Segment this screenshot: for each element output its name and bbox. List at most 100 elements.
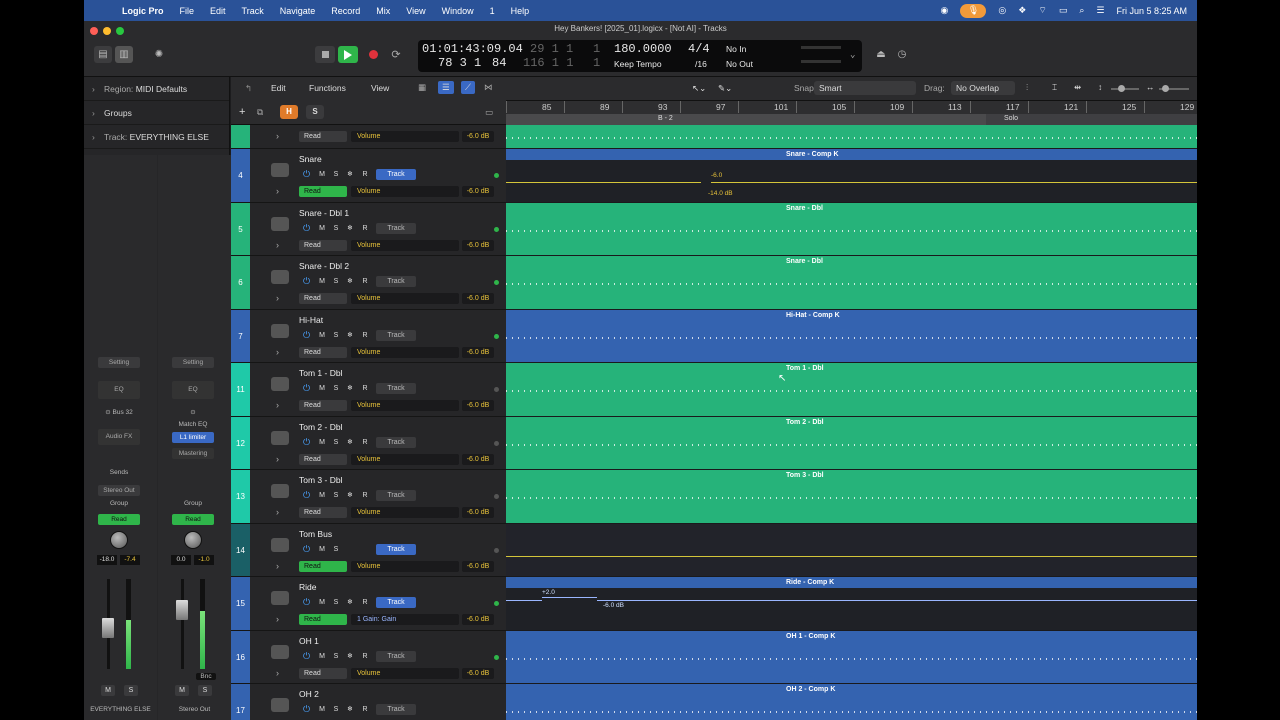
waveform-zoom-icon[interactable]: ⫶ (1026, 82, 1028, 93)
track-name[interactable]: Tom 3 - Dbl (299, 475, 342, 485)
track-number[interactable]: 5 (231, 203, 250, 255)
power-icon[interactable]: ⏻ (301, 437, 312, 448)
automation-mode-select[interactable]: Read (299, 131, 347, 142)
track-header[interactable]: 14 Tom Bus ⏻ M S Track › Read Volume -6.0 dB (231, 524, 506, 577)
automation-mode-select[interactable]: Read (299, 293, 347, 304)
vertical-zoom-knob[interactable] (1118, 85, 1125, 92)
freeze-icon[interactable]: ❄ (345, 223, 355, 234)
chevron-right-icon[interactable]: › (276, 614, 279, 625)
freeze-icon[interactable]: ❄ (345, 651, 355, 662)
track-name[interactable]: Tom 2 - Dbl (299, 422, 342, 432)
track-automation-button[interactable]: Track (376, 276, 416, 287)
fit-horizontal-icon[interactable]: ⇹ (1074, 82, 1081, 93)
solo-button[interactable]: S (331, 330, 341, 341)
search-icon[interactable]: ⌕ (1079, 5, 1084, 16)
track-name[interactable]: OH 1 (299, 636, 319, 646)
dropbox-icon[interactable]: ❖ (1018, 5, 1026, 16)
horizontal-zoom-knob[interactable] (1162, 85, 1169, 92)
mute-button[interactable]: M (317, 544, 327, 555)
mute-button[interactable]: M (317, 223, 327, 234)
track-automation-button[interactable]: Track (376, 330, 416, 341)
track-number[interactable]: 4 (231, 149, 250, 202)
track-name[interactable]: Tom 1 - Dbl (299, 368, 342, 378)
record-enable-button[interactable]: R (360, 383, 370, 394)
automation-mode-select[interactable]: Read (299, 561, 347, 572)
power-icon[interactable]: ⏻ (301, 383, 312, 394)
solo-button[interactable]: S (124, 685, 138, 696)
automation-value[interactable]: -6.0 dB (462, 507, 494, 518)
audio-region[interactable]: Tom 3 - Dbl (506, 470, 1197, 523)
chevron-right-icon[interactable]: › (276, 293, 279, 304)
track-automation-button[interactable]: Track (376, 544, 416, 555)
freeze-icon[interactable]: ❄ (345, 383, 355, 394)
chevron-right-icon[interactable]: › (276, 561, 279, 572)
track-header[interactable]: 6 Snare - Dbl 2 ⏻ M S ❄ R Track › Read Volume -6.0 … (231, 256, 506, 310)
flex-icon[interactable]: ⋈ (484, 82, 493, 93)
link-icon[interactable]: ⊙ (170, 408, 216, 416)
chevron-down-icon[interactable]: ⌄ (850, 50, 855, 60)
freeze-icon[interactable]: ❄ (345, 490, 355, 501)
automation-read-button[interactable]: Read (172, 514, 214, 525)
track-automation-button[interactable]: Track (376, 490, 416, 501)
inspector-icon[interactable]: ▥ (115, 46, 133, 63)
automation-parameter-select[interactable]: Volume (351, 240, 459, 251)
microphone-icon[interactable]: 🎙 (960, 3, 987, 18)
power-icon[interactable]: ⏻ (301, 223, 312, 234)
pencil-tool-icon[interactable]: ✎⌄ (718, 83, 732, 94)
record-enable-button[interactable]: R (360, 169, 370, 180)
automation-lane[interactable] (506, 160, 1197, 202)
creative-cloud-icon[interactable]: ◎ (998, 5, 1006, 16)
track-name[interactable]: Snare - Dbl 2 (299, 261, 349, 271)
gain-value[interactable]: -7.4 (120, 555, 140, 565)
chevron-right-icon[interactable]: › (276, 240, 279, 251)
automation-parameter-select[interactable]: Volume (351, 454, 459, 465)
mute-button[interactable]: M (175, 685, 189, 696)
wifi-icon[interactable]: ⌔ (1038, 5, 1046, 16)
power-icon[interactable]: ⏻ (301, 490, 312, 501)
menu-one[interactable]: 1 (482, 6, 503, 16)
edit-menu[interactable]: Edit (271, 83, 286, 93)
pan-knob[interactable] (184, 531, 202, 549)
menu-navigate[interactable]: Navigate (272, 6, 324, 16)
inspector-groups[interactable]: › Groups (84, 101, 229, 125)
volume-fader[interactable] (176, 600, 188, 620)
track-automation-button[interactable]: Track (376, 223, 416, 234)
list-view-icon[interactable]: ☰ (438, 81, 454, 94)
power-icon[interactable]: ⏻ (301, 276, 312, 287)
setting-button[interactable]: Setting (172, 357, 214, 368)
record-enable-button[interactable]: R (360, 490, 370, 501)
bounce-button[interactable]: Bnc (196, 673, 216, 680)
control-center-icon[interactable]: ☰ (1096, 5, 1104, 16)
power-icon[interactable]: ⏻ (301, 330, 312, 341)
mute-button[interactable]: M (317, 704, 327, 715)
automation-parameter-select[interactable]: Volume (351, 186, 459, 197)
track-header[interactable]: 7 Hi-Hat ⏻ M S ❄ R Track › Read Volume -6.0 dB (231, 310, 506, 363)
automation-parameter-select[interactable]: Volume (351, 668, 459, 679)
solo-button[interactable]: S (331, 704, 341, 715)
solo-button[interactable]: S (331, 223, 341, 234)
solo-button[interactable]: S (331, 437, 341, 448)
track-number[interactable]: 12 (231, 417, 250, 469)
mute-button[interactable]: M (317, 330, 327, 341)
cycle-button[interactable]: ⟳ (386, 46, 406, 63)
track-header[interactable]: 11 Tom 1 - Dbl ⏻ M S ❄ R Track › Read Volume -6.0 d… (231, 363, 506, 417)
track-automation-button[interactable]: Track (376, 651, 416, 662)
grid-view-icon[interactable]: ▦ (418, 82, 426, 93)
automation-parameter-select[interactable]: Volume (351, 561, 459, 572)
audio-fx-slot[interactable]: Audio FX (98, 429, 140, 445)
power-icon[interactable]: ⏻ (301, 169, 312, 180)
mute-button[interactable]: M (317, 597, 327, 608)
automation-parameter-select[interactable]: Volume (351, 400, 459, 411)
track-name[interactable]: Tom Bus (299, 529, 332, 539)
inspector-region[interactable]: › Region: MIDI Defaults (84, 77, 229, 101)
automation-value[interactable]: -6.0 dB (462, 293, 494, 304)
automation-mode-select[interactable]: Read (299, 186, 347, 197)
track-automation-button[interactable]: Track (376, 437, 416, 448)
automation-value[interactable]: -6.0 dB (462, 561, 494, 572)
smart-controls-icon[interactable]: ✺ (150, 46, 168, 63)
track-header[interactable]: 13 Tom 3 - Dbl ⏻ M S ❄ R Track › Read Volume -6.0 d… (231, 470, 506, 524)
horizontal-zoom-icon[interactable]: ↔ (1146, 82, 1155, 92)
record-enable-button[interactable]: R (360, 597, 370, 608)
freeze-icon[interactable]: ❄ (345, 330, 355, 341)
track-number[interactable]: 16 (231, 631, 250, 683)
